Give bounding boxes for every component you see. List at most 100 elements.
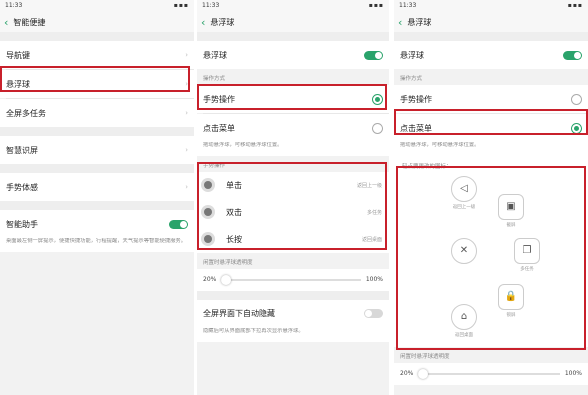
autohide-toggle[interactable] [364,309,383,319]
status-time: 11:33 [399,2,417,9]
slider-knob[interactable] [418,368,429,379]
back-arrow-icon[interactable]: ‹ [4,17,8,28]
radio-selected-icon[interactable] [372,93,383,105]
chevron-right-icon: › [185,146,188,154]
autohide-label: 全屏界面下自动隐藏 [203,309,275,319]
assistant-label: 智能助手 [6,219,38,229]
slider-knob[interactable] [221,274,232,285]
menu-title: 轻点要更改的图标： [402,163,452,170]
float-ball-label: 悬浮球 [203,50,227,60]
status-bar: 11:33 ▪▪▪ [394,0,588,12]
double-tap-dot-icon [204,208,212,217]
slider-track[interactable] [221,274,361,285]
chevron-right-icon: › [185,51,188,59]
assistant-toggle[interactable] [169,219,188,229]
menu-item-label: 全屏多任务 [6,108,46,118]
mode-gesture-option[interactable]: 手势操作 [394,85,588,113]
option-label: 手势操作 [203,94,235,104]
float-ball-menu-panel: 11:33 ▪▪▪ ‹ 悬浮球 悬浮球 操作方式 手势操作 点击菜单 拖动悬浮球… [394,0,588,395]
section-label-mode: 操作方式 [197,69,389,85]
back-icon[interactable]: ◁ [451,175,477,202]
menu-button-label: 返回桌面 [455,332,473,338]
long-press-dot-icon [204,235,212,244]
status-bar: 11:33 ▪▪▪ [0,0,194,12]
page-title: 智能便捷 [13,17,46,27]
float-ball-toggle[interactable] [563,50,582,60]
autohide-description: 隐藏后可从界面底部下拉再次显示悬浮球。 [197,327,389,342]
chevron-right-icon: › [185,80,188,88]
status-time: 11:33 [202,2,220,9]
menu-item-screen-recognition[interactable]: 智慧识屏 › [0,136,194,164]
gesture-long-press[interactable]: 长按 返回桌面 [197,225,389,253]
float-ball-toggle[interactable] [364,50,383,60]
gesture-single-tap[interactable]: 单击 返回上一级 [197,171,389,199]
tap-dot-icon [204,181,212,190]
gesture-label: 长按 [226,234,242,244]
radio-unselected-icon[interactable] [372,122,383,134]
assistant-row: 智能助手 [0,210,194,238]
menu-item-nav-keys[interactable]: 导航键 › [0,41,194,69]
menu-item-float-ball[interactable]: 悬浮球 › [0,70,194,98]
gesture-label: 双击 [226,207,242,217]
option-label: 手势操作 [400,94,432,104]
gesture-value: 返回桌面 [361,236,382,243]
close-icon[interactable]: ✕ [451,237,477,264]
menu-item-gesture-motion[interactable]: 手势体感 › [0,173,194,201]
settings-panel-smart: 11:33 ▪▪▪ ‹ 智能便捷 导航键 › 悬浮球 › 全屏多任务 › 智慧识… [0,0,194,395]
back-arrow-icon[interactable]: ‹ [201,17,205,28]
option-label: 点击菜单 [203,123,235,133]
mode-menu-option[interactable]: 点击菜单 [197,114,389,142]
menu-button-label: 返回上一级 [452,204,476,210]
page-title: 悬浮球 [210,17,235,27]
gesture-value: 多任务 [366,209,382,216]
status-icons: ▪▪▪ [368,2,384,9]
status-time: 11:33 [5,2,23,9]
menu-item-label: 智慧识屏 [6,145,38,155]
slider-track[interactable] [418,368,560,379]
gesture-section-label: 手势操作 [197,155,389,172]
status-icons: ▪▪▪ [567,2,583,9]
mode-description: 拖动悬浮球，可移动悬浮球位置。 [197,142,389,156]
menu-item-label: 手势体感 [6,182,38,192]
multitask-icon[interactable]: ❐ [514,237,540,264]
title-bar: ‹ 悬浮球 [197,12,389,32]
status-icons: ▪▪▪ [173,2,189,9]
back-arrow-icon[interactable]: ‹ [398,17,402,28]
float-ball-row: 悬浮球 [197,41,389,69]
menu-button-label: 截屏 [506,222,516,228]
slider-max-label: 100% [365,276,383,284]
float-ball-label: 悬浮球 [400,50,424,60]
gesture-label: 单击 [226,180,242,190]
page-title: 悬浮球 [407,17,432,27]
title-bar: ‹ 智能便捷 [0,12,194,32]
opacity-slider[interactable]: 20% 100% [197,268,389,291]
gesture-double-tap[interactable]: 双击 多任务 [197,198,389,226]
lock-icon[interactable]: 🔒 [498,283,524,310]
mode-gesture-option[interactable]: 手势操作 [197,85,389,113]
menu-item-fullscreen-multitask[interactable]: 全屏多任务 › [0,99,194,127]
opacity-slider[interactable]: 20% 100% [394,362,588,385]
autohide-row: 全屏界面下自动隐藏 [197,299,389,328]
radio-selected-icon[interactable] [571,122,582,134]
mode-menu-option[interactable]: 点击菜单 [394,114,588,142]
assistant-description: 桌面最左侧一屏提示，便捷快捷功能，行程提醒，天气提示等智能便捷服务。 [0,238,194,252]
radio-unselected-icon[interactable] [571,93,582,105]
opacity-label: 闲置时悬浮球透明度 [197,252,389,269]
slider-min-label: 20% [400,370,414,378]
home-icon[interactable]: ⌂ [451,303,477,330]
menu-item-label: 导航键 [6,50,30,60]
slider-min-label: 20% [203,276,217,284]
menu-button-label: 锁屏 [506,312,516,318]
float-ball-row: 悬浮球 [394,41,588,69]
screenshot-icon[interactable]: ▣ [498,193,524,220]
chevron-right-icon: › [185,183,188,191]
float-ball-gesture-panel: 11:33 ▪▪▪ ‹ 悬浮球 悬浮球 操作方式 手势操作 点击菜单 拖动悬浮球… [197,0,389,395]
opacity-label: 闲置时悬浮球透明度 [394,346,588,363]
menu-item-label: 悬浮球 [6,79,30,89]
status-bar: 11:33 ▪▪▪ [197,0,389,12]
section-label-mode: 操作方式 [394,69,588,85]
menu-button-label: 多任务 [520,266,534,272]
gesture-value: 返回上一级 [356,182,382,189]
chevron-right-icon: › [185,109,188,117]
slider-max-label: 100% [564,370,582,378]
